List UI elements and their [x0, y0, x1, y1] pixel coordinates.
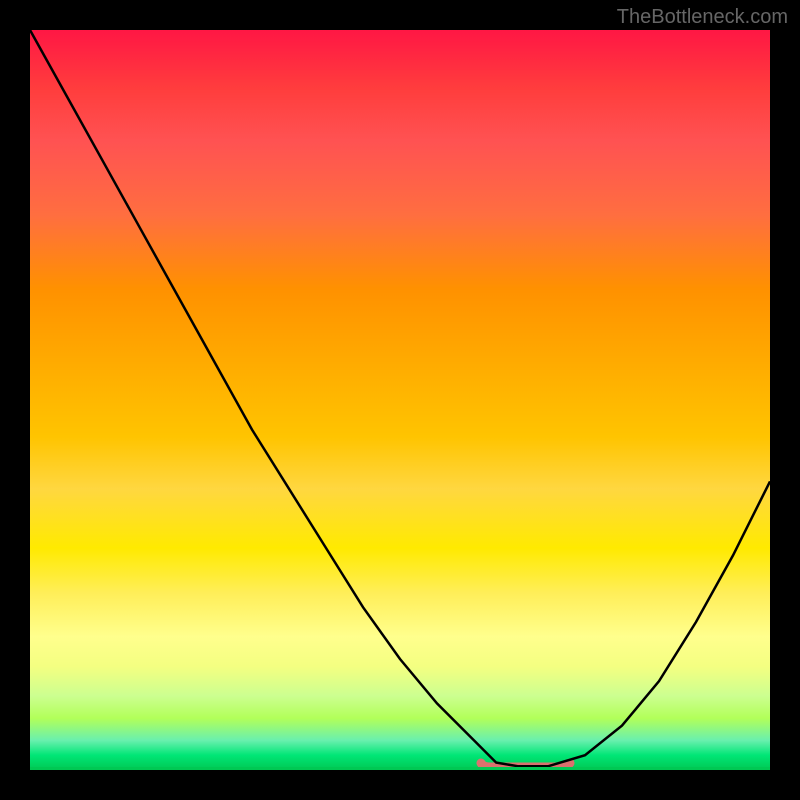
- curve-line: [30, 30, 770, 766]
- baseline: [30, 767, 770, 770]
- chart-container: TheBottleneck.com: [0, 0, 800, 800]
- plot-area: [30, 30, 770, 770]
- bottleneck-curve: [30, 30, 770, 770]
- watermark-text: TheBottleneck.com: [617, 6, 788, 29]
